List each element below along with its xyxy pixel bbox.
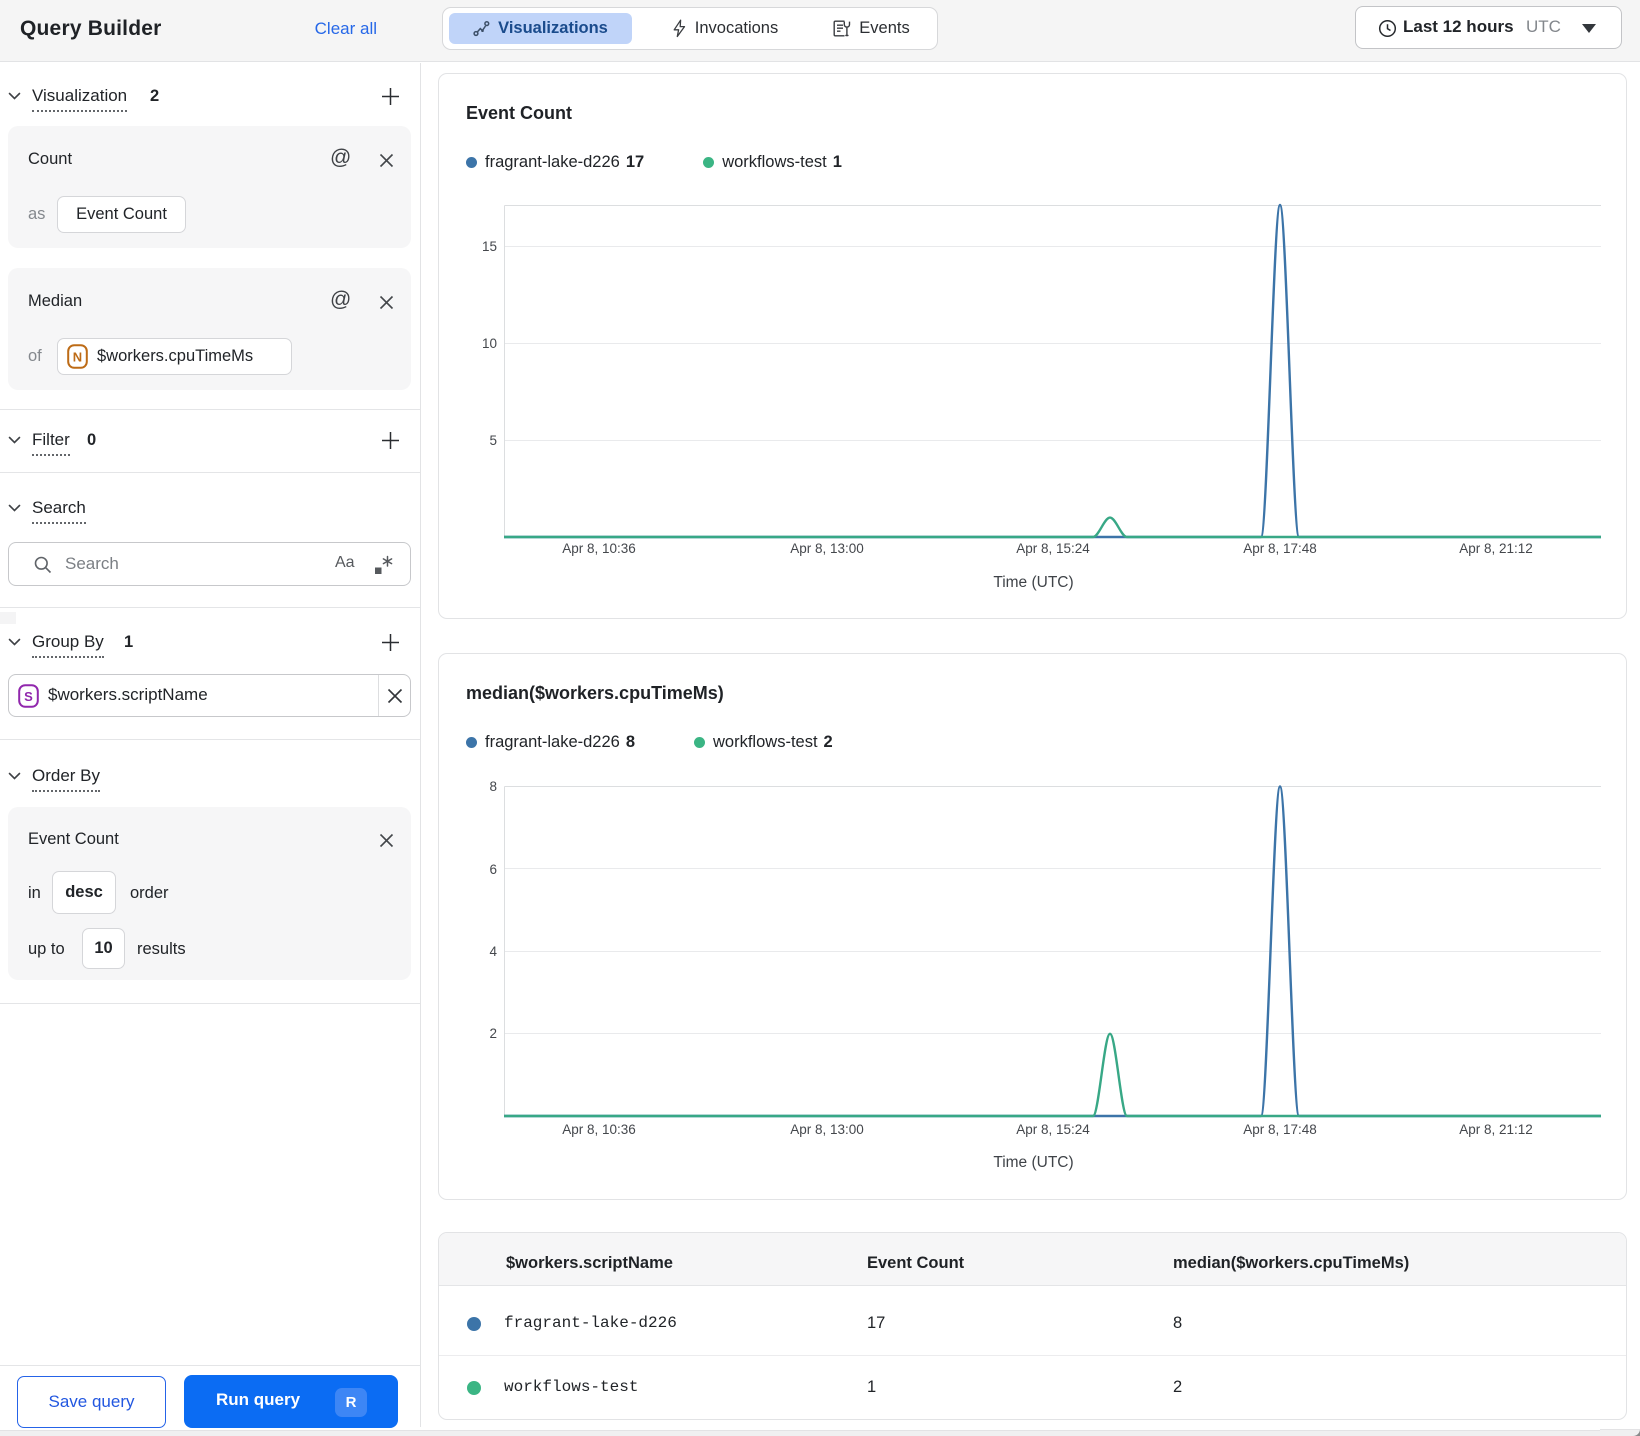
svg-text:Apr 8, 13:00: Apr 8, 13:00 (790, 541, 864, 556)
svg-text:Apr 8, 15:24: Apr 8, 15:24 (1016, 541, 1090, 556)
svg-text:Apr 8, 21:12: Apr 8, 21:12 (1459, 1122, 1533, 1137)
svg-text:4: 4 (489, 944, 497, 959)
svg-text:Apr 8, 10:36: Apr 8, 10:36 (562, 541, 636, 556)
svg-text:15: 15 (482, 239, 497, 254)
svg-text:10: 10 (482, 336, 497, 351)
svg-text:Time (UTC): Time (UTC) (993, 1154, 1073, 1171)
svg-text:Apr 8, 13:00: Apr 8, 13:00 (790, 1122, 864, 1137)
svg-text:Apr 8, 10:36: Apr 8, 10:36 (562, 1122, 636, 1137)
svg-text:S: S (24, 689, 33, 704)
svg-text:5: 5 (489, 433, 497, 448)
svg-text:Apr 8, 15:24: Apr 8, 15:24 (1016, 1122, 1090, 1137)
svg-text:Time (UTC): Time (UTC) (993, 574, 1073, 591)
svg-text:Apr 8, 17:48: Apr 8, 17:48 (1243, 1122, 1317, 1137)
svg-text:2: 2 (489, 1026, 497, 1041)
svg-text:Apr 8, 21:12: Apr 8, 21:12 (1459, 541, 1533, 556)
svg-text:8: 8 (489, 779, 497, 794)
svg-text:Apr 8, 17:48: Apr 8, 17:48 (1243, 541, 1317, 556)
svg-text:6: 6 (489, 862, 497, 877)
svg-text:N: N (73, 350, 82, 365)
